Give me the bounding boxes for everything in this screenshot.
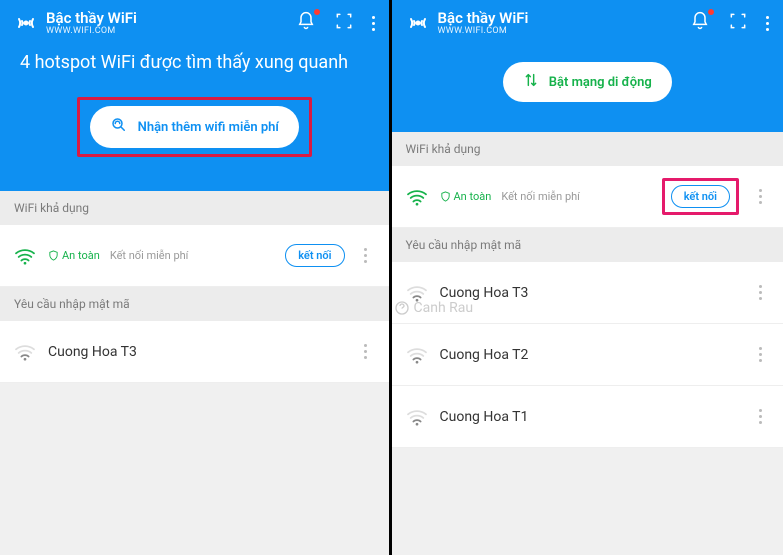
enable-mobile-data-button[interactable]: Bật mạng di động	[503, 62, 672, 102]
header: Bậc thầy WiFi WWW.WIFI.COM	[392, 0, 783, 132]
topbar: Bậc thầy WiFi WWW.WIFI.COM	[14, 10, 375, 36]
top-actions	[690, 11, 769, 35]
notification-dot	[314, 9, 320, 15]
app-subtitle: WWW.WIFI.COM	[438, 27, 683, 37]
topbar: Bậc thầy WiFi WWW.WIFI.COM	[406, 10, 770, 36]
app-subtitle: WWW.WIFI.COM	[46, 27, 288, 37]
swap-vertical-icon	[523, 72, 539, 92]
free-label: Kết nối miễn phí	[501, 190, 580, 203]
wifi-signal-strong-icon	[406, 188, 428, 206]
wifi-signal-weak-icon	[406, 346, 428, 364]
section-available: WiFi khả dụng	[392, 132, 783, 166]
screen-right: Bậc thầy WiFi WWW.WIFI.COM	[392, 0, 783, 555]
scan-icon[interactable]	[334, 11, 354, 35]
header: Bậc thầy WiFi WWW.WIFI.COM 4 hotspot WiF…	[0, 0, 389, 191]
menu-icon[interactable]	[766, 16, 769, 31]
wifi-name: Cuong Hoa T2	[440, 347, 740, 363]
wifi-available-row[interactable]: An toàn Kết nối miễn phí kết nối	[0, 225, 389, 287]
bell-icon[interactable]	[296, 11, 316, 35]
app-title: Bậc thầy WiFi	[438, 10, 683, 27]
wifi-broadcast-icon	[14, 11, 38, 35]
notification-dot	[708, 9, 714, 15]
wifi-broadcast-icon	[406, 11, 430, 35]
wifi-locked-row[interactable]: Cuong Hoa T3	[392, 262, 783, 324]
wifi-signal-weak-icon	[406, 408, 428, 426]
connect-button[interactable]: kết nối	[285, 244, 344, 267]
wifi-signal-weak-icon	[406, 284, 428, 302]
screen-left: Bậc thầy WiFi WWW.WIFI.COM 4 hotspot WiF…	[0, 0, 392, 555]
wifi-signal-strong-icon	[14, 247, 36, 265]
connect-button[interactable]: kết nối	[671, 185, 730, 208]
row-more-icon[interactable]	[751, 285, 769, 300]
cta-highlight: Nhận thêm wifi miễn phí	[77, 97, 312, 157]
menu-icon[interactable]	[372, 16, 375, 31]
wifi-name: Cuong Hoa T3	[440, 285, 740, 301]
connect-highlight: kết nối	[662, 178, 739, 215]
section-available: WiFi khả dụng	[0, 191, 389, 225]
get-more-wifi-button[interactable]: Nhận thêm wifi miễn phí	[90, 106, 299, 148]
top-actions	[296, 11, 375, 35]
wifi-locked-row[interactable]: Cuong Hoa T1	[392, 386, 783, 448]
free-label: Kết nối miễn phí	[110, 249, 189, 262]
cta-label: Bật mạng di động	[549, 75, 652, 90]
section-password: Yêu cầu nhập mật mã	[392, 228, 783, 262]
scan-icon[interactable]	[728, 11, 748, 35]
brand-texts: Bậc thầy WiFi WWW.WIFI.COM	[438, 10, 683, 36]
search-wifi-icon	[110, 116, 128, 138]
wifi-name: Cuong Hoa T1	[440, 409, 740, 425]
row-more-icon[interactable]	[357, 248, 375, 263]
brand-texts: Bậc thầy WiFi WWW.WIFI.COM	[46, 10, 288, 36]
row-more-icon[interactable]	[751, 347, 769, 362]
bell-icon[interactable]	[690, 11, 710, 35]
wifi-locked-row[interactable]: Cuong Hoa T2	[392, 324, 783, 386]
section-password: Yêu cầu nhập mật mã	[0, 287, 389, 321]
safe-badge: An toàn	[440, 190, 492, 203]
wifi-signal-weak-icon	[14, 343, 36, 361]
safe-badge: An toàn	[48, 249, 100, 262]
cta-label: Nhận thêm wifi miễn phí	[138, 120, 279, 135]
wifi-available-row[interactable]: An toàn Kết nối miễn phí kết nối	[392, 166, 783, 228]
row-more-icon[interactable]	[751, 189, 769, 204]
app-title: Bậc thầy WiFi	[46, 10, 288, 27]
hero-text: 4 hotspot WiFi được tìm thấy xung quanh	[20, 52, 369, 73]
row-more-icon[interactable]	[751, 409, 769, 424]
wifi-locked-row[interactable]: Cuong Hoa T3	[0, 321, 389, 383]
row-more-icon[interactable]	[357, 344, 375, 359]
wifi-name: Cuong Hoa T3	[48, 344, 345, 360]
